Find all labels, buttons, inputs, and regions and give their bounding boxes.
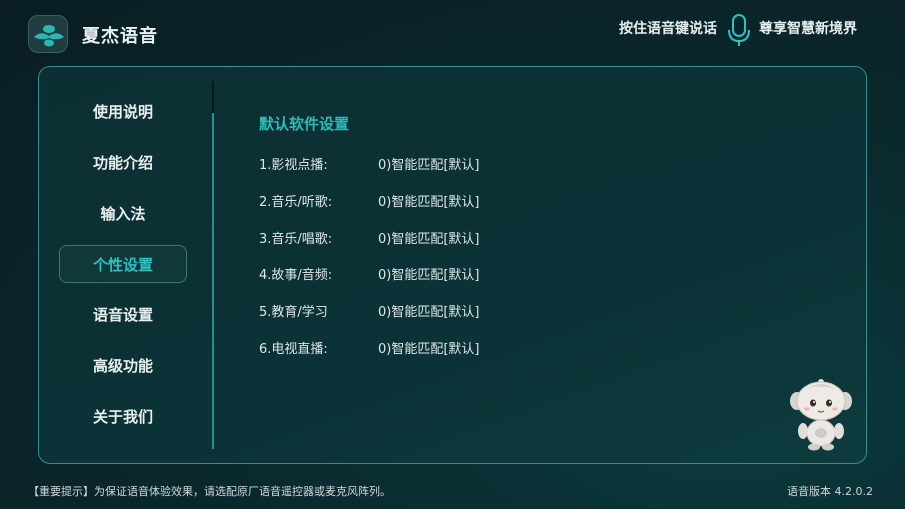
setting-value[interactable]: 0)智能匹配[默认] [378, 264, 480, 283]
sidebar-item-input-method[interactable]: 输入法 [59, 195, 187, 233]
footer-notice: 【重要提示】为保证语音体验效果，请选配原厂语音遥控器或麦克风阵列。 [28, 485, 391, 498]
header: 夏杰语音 按住语音键说话 尊享智慧新境界 [0, 0, 905, 64]
setting-value[interactable]: 0)智能匹配[默认] [378, 228, 480, 247]
robot-mascot-icon [789, 377, 853, 451]
setting-row-education[interactable]: 5.教育/学习 0)智能匹配[默认] [259, 301, 659, 321]
setting-value[interactable]: 0)智能匹配[默认] [378, 154, 480, 173]
settings-panel: 使用说明 功能介绍 输入法 个性设置 语音设置 高级功能 关于我们 默认软件设置… [38, 66, 867, 464]
setting-label: 6.电视直播: [259, 342, 328, 357]
sidebar-item-about-us[interactable]: 关于我们 [59, 398, 187, 436]
brand-slogan: 尊享智慧新境界 [759, 21, 857, 37]
sidebar-item-advanced-features[interactable]: 高级功能 [59, 347, 187, 385]
sidebar-item-voice-settings[interactable]: 语音设置 [59, 296, 187, 334]
sidebar-scroll-indicator [212, 81, 214, 113]
setting-label: 3.音乐/唱歌: [259, 232, 333, 247]
setting-value[interactable]: 0)智能匹配[默认] [378, 301, 480, 320]
sidebar-item-personal-settings[interactable]: 个性设置 [59, 245, 187, 283]
voice-hint: 按住语音键说话 [619, 21, 717, 37]
setting-row-music-sing[interactable]: 3.音乐/唱歌: 0)智能匹配[默认] [259, 228, 659, 248]
bee-logo-icon [28, 15, 68, 53]
sidebar-divider [212, 113, 214, 449]
microphone-icon[interactable] [727, 13, 751, 47]
setting-row-music-listen[interactable]: 2.音乐/听歌: 0)智能匹配[默认] [259, 191, 659, 211]
setting-label: 1.影视点播: [259, 158, 328, 173]
section-title: 默认软件设置 [259, 115, 350, 133]
sidebar-item-usage-guide[interactable]: 使用说明 [59, 93, 187, 131]
setting-row-story-audio[interactable]: 4.故事/音频: 0)智能匹配[默认] [259, 264, 659, 284]
setting-row-video[interactable]: 1.影视点播: 0)智能匹配[默认] [259, 154, 659, 174]
setting-label: 2.音乐/听歌: [259, 195, 333, 210]
sidebar: 使用说明 功能介绍 输入法 个性设置 语音设置 高级功能 关于我们 [59, 79, 187, 449]
app-title: 夏杰语音 [82, 26, 158, 47]
setting-label: 4.故事/音频: [259, 268, 333, 283]
version-label: 语音版本 4.2.0.2 [787, 485, 873, 498]
setting-value[interactable]: 0)智能匹配[默认] [378, 338, 480, 357]
setting-value[interactable]: 0)智能匹配[默认] [378, 191, 480, 210]
setting-label: 5.教育/学习 [259, 305, 328, 320]
setting-row-tv-live[interactable]: 6.电视直播: 0)智能匹配[默认] [259, 338, 659, 358]
sidebar-item-feature-intro[interactable]: 功能介绍 [59, 144, 187, 182]
